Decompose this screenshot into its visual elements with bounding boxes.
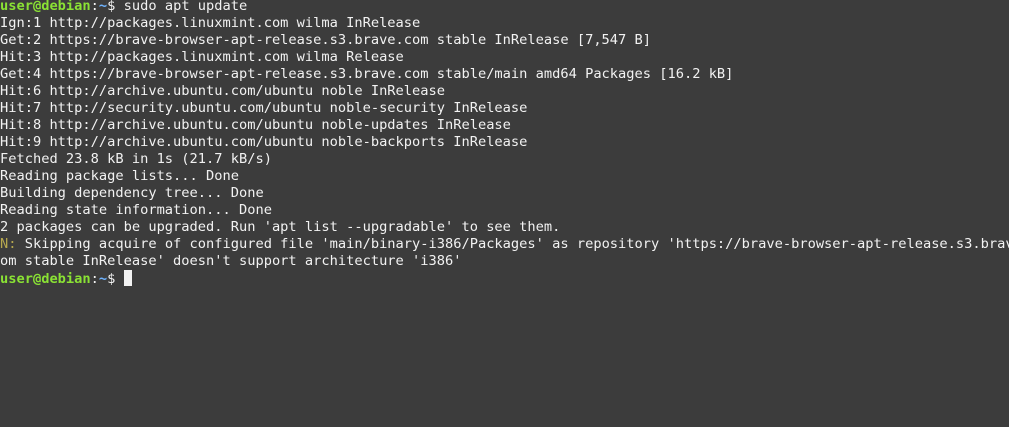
text-cursor[interactable] <box>123 270 132 286</box>
notice-prefix: N: <box>0 236 17 252</box>
prompt-user-host: user@debian <box>0 0 91 14</box>
prompt-user-host: user@debian <box>0 271 91 287</box>
prompt-separator: : <box>90 271 99 287</box>
output-line: Hit:6 http://archive.ubuntu.com/ubuntu n… <box>0 83 445 99</box>
output-line: Fetched 23.8 kB in 1s (21.7 kB/s) <box>0 151 272 167</box>
output-line: Hit:9 http://archive.ubuntu.com/ubuntu n… <box>0 134 528 150</box>
prompt-path: ~ <box>98 271 108 287</box>
output-line: 2 packages can be upgraded. Run 'apt lis… <box>0 219 561 235</box>
output-line: Get:2 https://brave-browser-apt-release.… <box>0 32 652 48</box>
output-line: Hit:7 http://security.ubuntu.com/ubuntu … <box>0 100 528 116</box>
terminal-output[interactable]: user@debian:~$ sudo apt update Ign:1 htt… <box>0 0 1009 427</box>
output-line: Ign:1 http://packages.linuxmint.com wilm… <box>0 15 421 31</box>
output-line: Hit:8 http://archive.ubuntu.com/ubuntu n… <box>0 117 511 133</box>
output-line: Building dependency tree... Done <box>0 185 264 201</box>
output-line: Get:4 https://brave-browser-apt-release.… <box>0 66 734 82</box>
output-line: Hit:3 http://packages.linuxmint.com wilm… <box>0 49 404 65</box>
prompt-symbol: $ <box>107 0 124 14</box>
prompt-symbol: $ <box>107 271 124 287</box>
command-line: user@debian:~$ sudo apt update <box>0 0 1009 15</box>
notice-line-continued: om stable InRelease' doesn't support arc… <box>0 253 462 269</box>
output-line: Reading state information... Done <box>0 202 272 218</box>
prompt-separator: : <box>90 0 99 14</box>
prompt-path: ~ <box>98 0 108 14</box>
command-text: sudo apt update <box>123 0 248 14</box>
notice-line: N: Skipping acquire of configured file '… <box>0 236 1009 253</box>
active-prompt-line[interactable]: user@debian:~$ <box>0 270 1009 287</box>
output-line: Reading package lists... Done <box>0 168 239 184</box>
notice-text: Skipping acquire of configured file 'mai… <box>16 236 1009 252</box>
